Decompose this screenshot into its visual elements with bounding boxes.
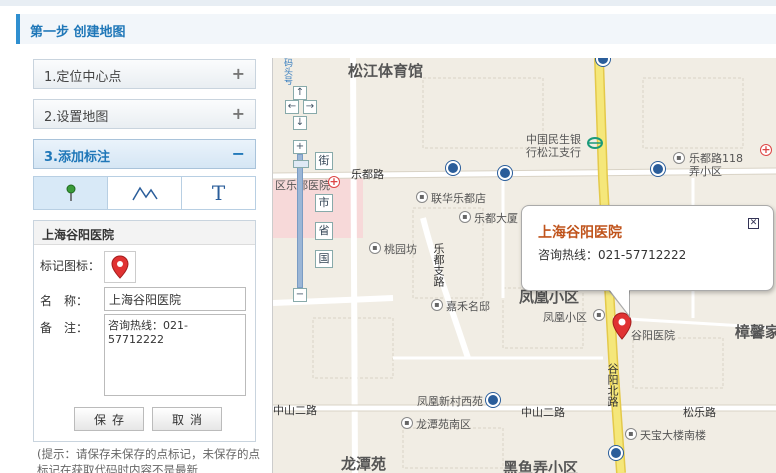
note-textarea[interactable]: 咨询热线：021-57712222 [104,314,246,396]
road-label: 中山二路 [273,404,317,417]
hospital-icon: + [760,143,772,156]
accordion-label: 1.定位中心点 [44,70,122,85]
road-label: 松乐路 [683,406,716,419]
bus-stop-icon [651,162,665,176]
polyline-icon [131,186,158,201]
map-label: 樟馨家 [735,323,776,341]
zoom-level-province[interactable]: 省 [315,222,333,240]
accordion-locate-center[interactable]: 1.定位中心点 + [33,59,256,89]
close-icon[interactable]: ✕ [748,218,759,229]
cancel-button[interactable]: 取消 [152,407,222,431]
note-label: 备 注： [40,321,89,335]
zoom-level-country[interactable]: 国 [315,250,333,268]
pan-up-icon[interactable]: ↑ [293,86,307,100]
bank-icon [587,137,603,149]
map-label: 中国民生银 行松江支行 [526,133,581,159]
marker-toolbar: T [33,176,256,210]
map-label: 谷阳医院 [631,329,675,342]
marker-icon-picker[interactable] [104,251,136,283]
map-canvas[interactable]: 松江体育馆 中国民生银 行松江支行 乐都路 乐都路118 弄小区 区乐都医院 联… [272,58,776,473]
pan-right-icon[interactable]: → [303,100,317,114]
zoom-level-city[interactable]: 市 [315,194,333,212]
step-header: 第一步 创建地图 [16,14,776,44]
map-label: 天宝大楼南楼 [640,429,706,442]
tip-text: (提示：请保存未保存的点标记，未保存的点标记在获取代码时内容不是最新 [37,447,260,473]
popup-text: 咨询热线：021-57712222 [538,248,687,262]
map-label: 凤凰小区 [543,311,587,324]
poi-icon: ▪ [625,428,637,440]
popup-title: 上海谷阳医院 [538,225,622,241]
poi-icon: ▪ [673,152,685,164]
bus-stop-icon [609,446,623,460]
pan-down-icon[interactable]: ↓ [293,116,307,130]
accordion-add-marker[interactable]: 3.添加标注 − [33,139,256,169]
zoom-slider-handle[interactable] [293,160,309,168]
map-label: 黑鱼弄小区 [503,459,579,473]
expand-icon: + [231,64,245,83]
map-label: 松江体育馆 [348,62,424,80]
zoom-slider-track[interactable] [297,154,303,288]
pan-left-icon[interactable]: ← [285,100,299,114]
map-label: 乐都路118 弄小区 [689,152,743,178]
zoom-level-street[interactable]: 街 [315,152,333,170]
poi-icon: ▪ [593,309,605,321]
expand-icon: + [231,104,245,123]
collapse-icon: − [231,144,245,163]
road-label: 谷阳北路 [606,363,619,407]
zoom-in-icon[interactable]: + [293,140,307,154]
tool-text[interactable]: T [182,177,255,209]
page-top-band [0,0,776,6]
map-label: 龙潭苑 [341,455,387,473]
accordion-label: 2.设置地图 [44,110,109,125]
bus-stop-icon [498,166,512,180]
marker-pin-icon [66,184,75,201]
map-zoom-control: ↑ ← → ↓ + − 街 市 省 国 [285,68,335,308]
road-label: 乐都路 [351,168,384,181]
popup-tail [609,289,629,315]
name-label: 名 称： [40,294,89,308]
zoom-out-icon[interactable]: − [293,288,307,302]
poi-icon: ▪ [431,299,443,311]
text-icon: T [211,181,226,205]
marker-edit-panel: 上海谷阳医院 标记图标： 名 称： 备 注： 咨询热线：021-57712222… [33,220,256,442]
poi-icon: ▪ [459,211,471,223]
red-marker-icon [111,255,129,279]
tool-marker[interactable] [34,177,108,209]
road-label: 中山二路 [521,406,565,419]
poi-icon: ▪ [401,417,413,429]
info-popup: 上海谷阳医院 咨询热线：021-57712222 ✕ [521,205,774,291]
page-title: 第一步 创建地图 [30,25,126,40]
accordion-label: 3.添加标注 [44,150,110,165]
icon-label: 标记图标： [40,259,101,273]
bus-stop-icon [486,393,500,407]
bus-stop-icon [446,161,460,175]
panel-title: 上海谷阳医院 [34,221,255,245]
map-label: 凤凰新村西苑 [417,395,483,408]
road-label: 乐都支路 [432,243,445,287]
tool-polyline[interactable] [108,177,182,209]
accordion-map-settings[interactable]: 2.设置地图 + [33,99,256,129]
name-input[interactable] [104,287,246,311]
poi-icon: ▪ [369,242,381,254]
poi-icon: ▪ [416,191,428,203]
save-button[interactable]: 保存 [74,407,144,431]
